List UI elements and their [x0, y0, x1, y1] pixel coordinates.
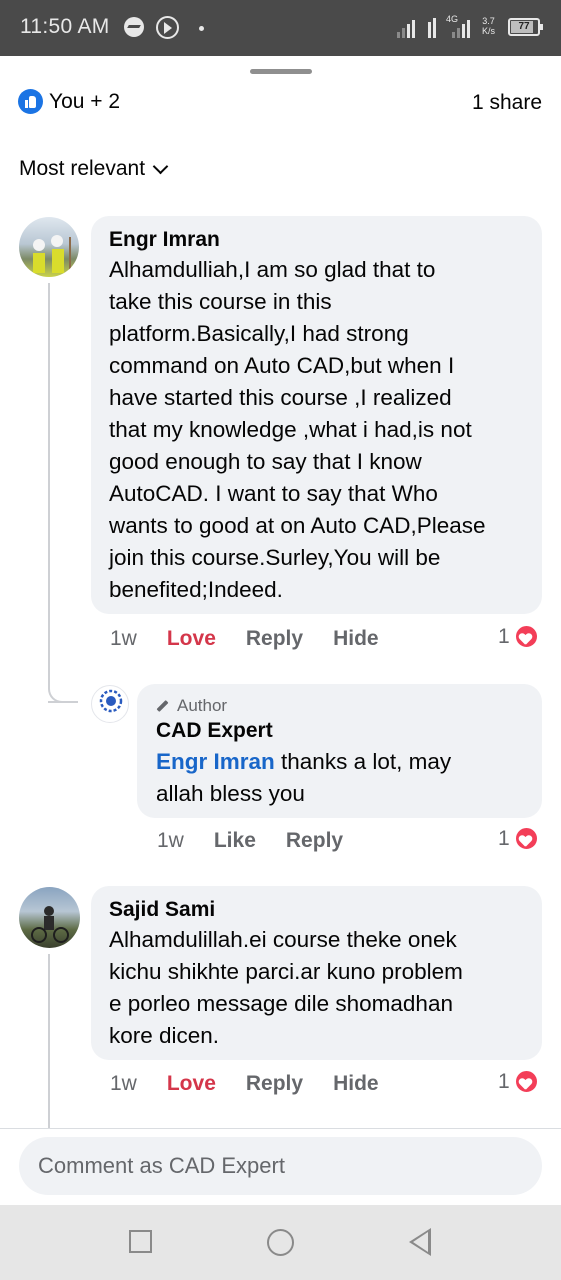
pencil-icon	[156, 699, 169, 713]
comment-line: kore dicen.	[109, 1023, 220, 1048]
hide-button[interactable]: Hide	[333, 1072, 379, 1096]
reply-button[interactable]: Reply	[246, 627, 303, 651]
love-button[interactable]: Love	[167, 627, 216, 651]
network-speed: 3.7 K/s	[482, 16, 495, 36]
comment-timestamp: 1w	[110, 627, 137, 650]
comment-line: good enough to say that I know	[109, 449, 422, 474]
thread-line	[48, 283, 50, 687]
reply-bubble[interactable]: Author CAD Expert Engr Imran thanks a lo…	[137, 684, 542, 818]
messenger-icon	[124, 17, 144, 37]
chevron-down-icon	[152, 158, 169, 174]
back-icon[interactable]	[409, 1228, 431, 1256]
comment-actions: 1w Love Reply Hide	[110, 1072, 409, 1096]
comment-bubble[interactable]: Engr Imran Alhamdulliah,I am so glad tha…	[91, 216, 542, 614]
comment-line: e porleo message dile shomadhan	[109, 991, 453, 1016]
comment-line: join this course.Surley,You will be	[109, 545, 441, 570]
reply-text: thanks a lot, may	[274, 749, 452, 774]
comment-author[interactable]: Sajid Sami	[109, 898, 524, 922]
reaction-count[interactable]: 1	[498, 1069, 539, 1094]
comment-line: kichu shikhte parci.ar kuno problem	[109, 959, 463, 984]
thread-line	[48, 954, 50, 1128]
comment-line: that my knowledge ,what i had,is not	[109, 417, 472, 442]
battery-percent: 77	[518, 21, 530, 32]
system-nav-bar	[0, 1205, 561, 1280]
reply-author[interactable]: CAD Expert	[156, 719, 523, 743]
comment-line: Alhamdulliah,I am so glad that to	[109, 257, 436, 282]
sort-dropdown[interactable]: Most relevant	[19, 157, 169, 181]
heart-icon	[513, 624, 539, 649]
reply-button[interactable]: Reply	[286, 829, 343, 853]
comment-timestamp: 1w	[110, 1072, 137, 1095]
comment-author[interactable]: Engr Imran	[109, 228, 524, 252]
home-icon[interactable]	[267, 1229, 294, 1256]
heart-icon	[513, 1069, 539, 1094]
cyclist-photo	[31, 906, 69, 943]
media-icon	[156, 16, 179, 39]
comment-bubble[interactable]: Sajid Sami Alhamdulillah.ei course theke…	[91, 886, 542, 1060]
reaction-count[interactable]: 1	[498, 826, 539, 851]
author-badge-label: Author	[177, 696, 228, 715]
reply-timestamp: 1w	[157, 829, 184, 852]
reply-line: allah bless you	[156, 781, 305, 806]
comment-input[interactable]	[19, 1137, 542, 1195]
like-button[interactable]: Like	[214, 829, 256, 853]
comment-actions: 1w Love Reply Hide	[110, 627, 409, 651]
hide-button[interactable]: Hide	[333, 627, 379, 651]
data-arrows-icon	[428, 14, 436, 38]
like-icon	[18, 89, 43, 114]
notification-dot-icon	[199, 26, 204, 31]
cad-logo-icon	[99, 689, 123, 713]
speed-unit: K/s	[482, 26, 496, 36]
love-button[interactable]: Love	[167, 1072, 216, 1096]
reply-button[interactable]: Reply	[246, 1072, 303, 1096]
reply-line: Engr Imran thanks a lot, may	[156, 746, 523, 778]
sort-label: Most relevant	[19, 157, 146, 180]
comment-line: command on Auto CAD,but when I	[109, 353, 455, 378]
avatar-sajid-sami[interactable]	[19, 887, 80, 948]
avatar-cad-expert[interactable]	[91, 685, 129, 723]
comment-line: wants to good at on Auto CAD,Please	[109, 513, 486, 538]
comment-line: benefited;Indeed.	[109, 577, 283, 602]
comment-line: platform.Basically,I had strong	[109, 321, 409, 346]
reactions-summary[interactable]: You + 2	[18, 89, 120, 114]
signal-icon-secondary	[452, 14, 470, 38]
battery-icon: 77	[508, 18, 543, 36]
speed-value: 3.7	[482, 16, 495, 26]
comment-line: Alhamdulillah.ei course theke onek	[109, 927, 457, 952]
drag-handle[interactable]	[250, 69, 312, 74]
signal-icon	[397, 14, 415, 38]
share-count[interactable]: 1 share	[472, 91, 542, 115]
people-photo	[33, 235, 71, 273]
status-bar: 11:50 AM 4G 3.7 K/s 77	[0, 0, 561, 56]
comment-line: take this course in this	[109, 289, 332, 314]
heart-icon	[513, 826, 539, 851]
comment-composer[interactable]	[19, 1137, 542, 1195]
mention-link[interactable]: Engr Imran	[156, 749, 275, 774]
avatar-engr-imran[interactable]	[19, 217, 79, 277]
recent-apps-icon[interactable]	[129, 1230, 152, 1253]
reaction-count-value: 1	[498, 624, 510, 648]
composer-divider	[0, 1128, 561, 1129]
reaction-count[interactable]: 1	[498, 624, 539, 649]
author-badge: Author	[156, 696, 523, 716]
status-time: 11:50 AM	[20, 15, 110, 38]
comment-line: have started this course ,I realized	[109, 385, 452, 410]
comment-line: AutoCAD. I want to say that Who	[109, 481, 438, 506]
reply-actions: 1w Like Reply	[157, 829, 373, 853]
reactions-text: You + 2	[49, 89, 121, 113]
reaction-count-value: 1	[498, 826, 510, 850]
reaction-count-value: 1	[498, 1069, 510, 1093]
